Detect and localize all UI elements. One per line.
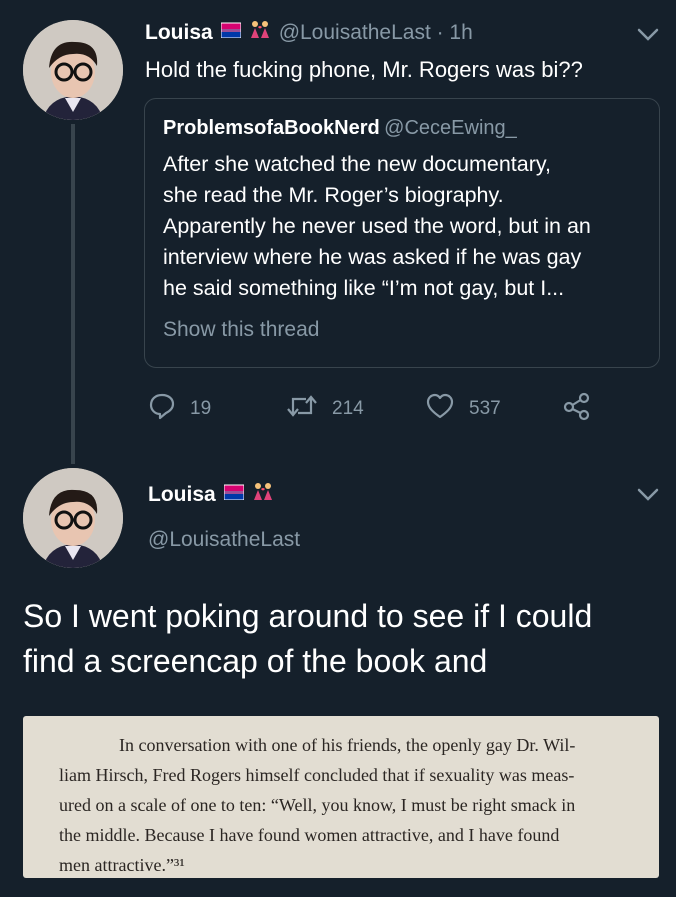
tweet-text-line: So I went poking around to see if I coul…	[23, 598, 593, 634]
share-button[interactable]	[562, 391, 592, 426]
tweet-text-line: find a screencap of the book and	[23, 643, 488, 679]
quoted-tweet-text: After she watched the new documentary, s…	[163, 149, 591, 304]
quoted-display-name: ProblemsofaBookNerd	[163, 117, 380, 139]
tweet-header: Louisa	[148, 482, 274, 507]
book-text-line: ured on a scale of one to ten: “Well, yo…	[59, 795, 576, 815]
bi-flag-icon	[223, 484, 245, 505]
quoted-text-line: Apparently he never used the word, but i…	[163, 214, 591, 238]
thread-connector-line	[71, 124, 75, 464]
avatar[interactable]	[23, 468, 123, 568]
quoted-text-line: After she watched the new documentary,	[163, 152, 552, 176]
tweet-text: So I went poking around to see if I coul…	[23, 594, 592, 684]
book-page-image[interactable]: In conversation with one of his friends,…	[23, 716, 659, 878]
retweet-button[interactable]: 214	[286, 392, 364, 426]
tweet-header: Louisa @LouisatheLast · 1h	[145, 20, 473, 45]
bi-flag-icon	[220, 22, 242, 43]
quoted-text-line: interview where he was asked if he was g…	[163, 245, 582, 269]
book-text-line: In conversation with one of his friends,…	[119, 735, 576, 755]
share-icon	[562, 392, 592, 425]
handle[interactable]: @LouisatheLast	[148, 528, 300, 552]
couple-icon	[249, 20, 271, 45]
quoted-handle: @CeceEwing_	[384, 117, 517, 139]
quoted-text-line: he said something like “I’m not gay, but…	[163, 276, 565, 300]
handle-and-time[interactable]: @LouisatheLast · 1h	[279, 21, 473, 45]
reply-button[interactable]: 19	[148, 392, 211, 426]
like-count: 537	[469, 398, 501, 419]
display-name[interactable]: Louisa	[148, 483, 216, 507]
book-text-line: liam Hirsch, Fred Rogers himself conclud…	[59, 765, 575, 785]
reply-count: 19	[190, 398, 212, 419]
reply-icon	[148, 392, 176, 426]
chevron-down-icon[interactable]	[637, 488, 659, 507]
quoted-tweet-header: ProblemsofaBookNerd @CeceEwing_	[163, 117, 517, 140]
like-button[interactable]: 537	[425, 392, 501, 426]
tweet-text: Hold the fucking phone, Mr. Rogers was b…	[145, 57, 583, 82]
display-name[interactable]: Louisa	[145, 21, 213, 45]
avatar[interactable]	[23, 20, 123, 120]
chevron-down-icon[interactable]	[637, 28, 659, 47]
book-text-line: men attractive.”³¹	[59, 855, 185, 875]
heart-icon	[425, 392, 455, 426]
book-text-line: the middle. Because I have found women a…	[59, 825, 560, 845]
quoted-text-line: she read the Mr. Roger’s biography.	[163, 183, 504, 207]
couple-icon	[252, 482, 274, 507]
show-thread-link[interactable]: Show this thread	[163, 318, 319, 342]
quoted-tweet[interactable]: ProblemsofaBookNerd @CeceEwing_ After sh…	[144, 98, 660, 368]
retweet-count: 214	[332, 398, 364, 419]
retweet-icon	[286, 392, 318, 426]
